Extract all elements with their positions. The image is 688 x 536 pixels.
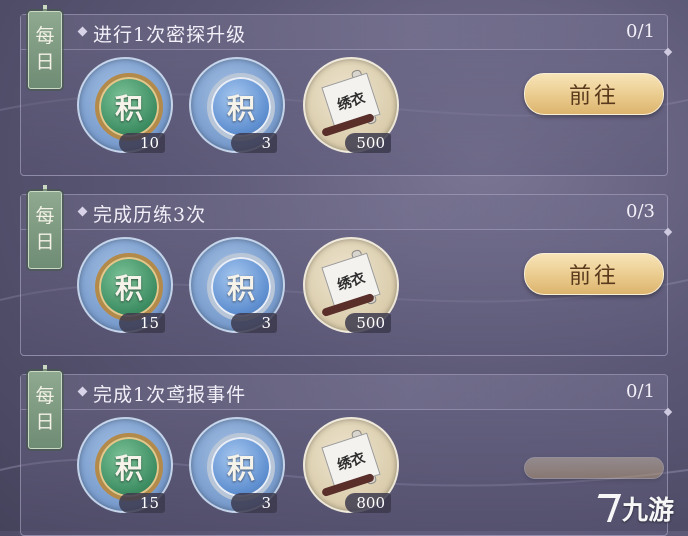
reward-item[interactable]: 积 15	[77, 237, 173, 333]
task-title: 进行1次密探升级	[93, 24, 247, 46]
reward-item[interactable]: 积 15	[77, 417, 173, 513]
reward-item[interactable]: 绣衣 500	[303, 237, 399, 333]
go-button[interactable]: 前往	[524, 73, 664, 115]
corner-ornament-icon	[663, 47, 673, 57]
reward-qty: 500	[345, 133, 391, 153]
task-card: 每 日 进行1次密探升级 0/1 积 10 积 3 绣衣 500 前往	[20, 5, 673, 176]
task-title: 完成1次鸢报事件	[93, 384, 247, 406]
reward-item[interactable]: 积 3	[189, 57, 285, 153]
blue-coin-icon: 积	[207, 73, 275, 141]
reward-qty: 500	[345, 313, 391, 333]
task-card: 每 日 完成历练3次 0/3 积 15 积 3 绣衣 500 前往	[20, 185, 673, 356]
reward-item[interactable]: 积 3	[189, 417, 285, 513]
daily-tag-char: 日	[35, 231, 55, 253]
daily-tag-char: 每	[35, 385, 55, 407]
scroll-icon: 绣衣	[319, 248, 383, 318]
reward-qty: 3	[231, 313, 277, 333]
task-progress: 0/1	[626, 381, 655, 402]
green-coin-icon: 积	[95, 73, 163, 141]
reward-item[interactable]: 积 3	[189, 237, 285, 333]
blue-coin-icon: 积	[207, 433, 275, 501]
daily-tag-char: 日	[35, 51, 55, 73]
scroll-icon: 绣衣	[319, 68, 383, 138]
reward-qty: 10	[119, 133, 165, 153]
task-progress: 0/1	[626, 21, 655, 42]
daily-tag: 每 日	[28, 191, 62, 269]
task-progress: 0/3	[626, 201, 655, 222]
corner-ornament-icon	[663, 227, 673, 237]
daily-tag-char: 每	[35, 25, 55, 47]
scroll-icon: 绣衣	[319, 428, 383, 498]
watermark-mark-icon	[588, 494, 622, 522]
daily-tag: 每 日	[28, 11, 62, 89]
daily-tag: 每 日	[28, 371, 62, 449]
corner-ornament-icon	[663, 407, 673, 417]
task-title: 完成历练3次	[93, 204, 207, 226]
reward-qty: 15	[119, 493, 165, 513]
blue-coin-icon: 积	[207, 253, 275, 321]
daily-tag-char: 日	[35, 411, 55, 433]
go-button[interactable]	[524, 457, 664, 479]
reward-qty: 800	[345, 493, 391, 513]
reward-qty: 3	[231, 133, 277, 153]
task-card: 每 日 完成1次鸢报事件 0/1 积 15 积 3 绣衣 800	[20, 365, 673, 536]
daily-tag-char: 每	[35, 205, 55, 227]
reward-qty: 15	[119, 313, 165, 333]
green-coin-icon: 积	[95, 433, 163, 501]
reward-item[interactable]: 积 10	[77, 57, 173, 153]
watermark-logo: 九游	[588, 490, 674, 527]
green-coin-icon: 积	[95, 253, 163, 321]
watermark-text: 九游	[621, 495, 674, 525]
go-button[interactable]: 前往	[524, 253, 664, 295]
reward-qty: 3	[231, 493, 277, 513]
reward-item[interactable]: 绣衣 500	[303, 57, 399, 153]
reward-item[interactable]: 绣衣 800	[303, 417, 399, 513]
